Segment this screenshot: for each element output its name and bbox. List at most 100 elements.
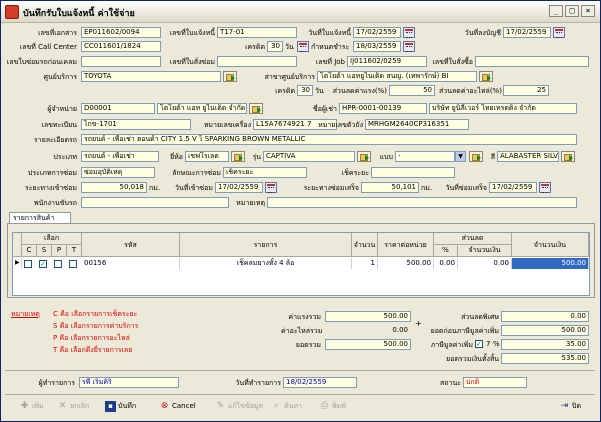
- detail-field[interactable]: รถยนต์ - เพื่อเช่า ฮอนด้า CITY 1.5 V ไ S…: [81, 134, 577, 145]
- claim-field[interactable]: [371, 167, 455, 178]
- repair-no-field[interactable]: [217, 56, 297, 67]
- add-button[interactable]: ✚ เพิ่ม: [19, 400, 44, 412]
- minimize-button[interactable]: _: [549, 5, 563, 17]
- row-disc-pct: 0.00: [434, 258, 458, 269]
- purchase-field[interactable]: [475, 56, 589, 67]
- vendor-code-field[interactable]: D00001: [81, 103, 155, 114]
- items-tab-pane: เลือก C S P T รหัส รายการ จำนวน ราคาต่อห…: [7, 223, 595, 298]
- labor-total-label: ค่าแรงรวม: [288, 313, 321, 321]
- labor-discount-field[interactable]: 50: [389, 85, 435, 96]
- close-button[interactable]: ⇥ ปิด: [559, 400, 581, 412]
- checkin-field[interactable]: [81, 56, 161, 67]
- date-out-label: วันที่ซ่อมเสร็จ: [445, 184, 487, 192]
- style-lookup-icon[interactable]: [469, 151, 483, 162]
- engine-label: หมายเลขเครื่อง: [203, 121, 251, 129]
- model-lookup-icon[interactable]: [357, 151, 371, 162]
- date-out-calendar-icon[interactable]: [539, 182, 551, 193]
- search-button[interactable]: ⌕ ค้นหา: [271, 400, 302, 412]
- color-field[interactable]: ALABASTER SILV: [497, 151, 559, 162]
- due-calendar-icon[interactable]: [297, 41, 309, 52]
- model-field[interactable]: CAPTIVA: [263, 151, 355, 162]
- mileage-in-field[interactable]: 50,018: [81, 182, 147, 193]
- row-code: 00156: [82, 258, 180, 269]
- close-window-button[interactable]: ×: [581, 5, 595, 17]
- toolbar-divider: [5, 394, 595, 395]
- center-lookup-icon[interactable]: [223, 71, 237, 82]
- repair-type-field[interactable]: ซ่อมอุบัติเหตุ: [81, 167, 155, 178]
- invoice-date-calendar-icon[interactable]: [403, 27, 415, 38]
- row-c-checkbox[interactable]: [24, 260, 32, 268]
- grid-price-header: ราคาต่อหน่วย: [378, 233, 434, 257]
- date-in-calendar-icon[interactable]: [265, 182, 277, 193]
- driver-label: พนักงานขับรถ: [34, 199, 77, 207]
- save-icon: ▪: [105, 400, 116, 412]
- branch-field[interactable]: โตโยต้า แอทยูไนเต็ด สนญ. (เทพารักษ์) BI: [317, 71, 477, 82]
- lessee-code-field[interactable]: HPR-0001-00139: [339, 103, 427, 114]
- brand-field[interactable]: เชฟโรเลต: [185, 151, 229, 162]
- row-s-checkbox[interactable]: ✓: [39, 260, 47, 268]
- plate-field[interactable]: ไกข-1701: [81, 119, 191, 130]
- date-in-label: วันที่เข้าซ่อม: [174, 184, 213, 192]
- cancel-button[interactable]: ⊗ Cancel: [159, 400, 196, 412]
- recorder-label: ผู้ทำรายการ: [38, 379, 75, 387]
- date-out-field[interactable]: 17/02/2559: [489, 182, 537, 193]
- due-field[interactable]: 18/03/2559: [353, 41, 401, 52]
- style-dropdown-icon[interactable]: ▼: [455, 151, 466, 162]
- grid-total-header: จำนวนเงิน: [512, 233, 589, 257]
- invoice-date-field[interactable]: 17/02/2559: [353, 27, 401, 38]
- vendor-name-field[interactable]: โตโยต้า แอท ยูไนเต็ด จำกัด: [157, 103, 247, 114]
- repair-kind-field[interactable]: เช็คระยะ: [223, 167, 307, 178]
- credit2-field[interactable]: 30: [297, 85, 313, 96]
- date-in-field[interactable]: 17/02/2559: [215, 182, 263, 193]
- mileage-out-label: ระยะทางซ่อมเสร็จ: [303, 184, 359, 192]
- grand-total-field: 535.00: [501, 353, 589, 364]
- row-disc-amount: 0.00: [458, 258, 512, 269]
- doc-no-field[interactable]: EP011602/0094: [81, 27, 161, 38]
- mileage-out-field[interactable]: 50,101: [361, 182, 419, 193]
- account-date-calendar-icon[interactable]: [553, 27, 565, 38]
- type-field[interactable]: รถยนต์ - เพื่อเช่า: [81, 151, 159, 162]
- grid-p-header: P: [52, 245, 67, 257]
- row-t-checkbox[interactable]: [69, 260, 77, 268]
- driver-field[interactable]: [81, 197, 229, 208]
- grid-qty-header: จำนวน: [352, 233, 378, 257]
- job-field[interactable]: IJ011602/0259: [347, 56, 427, 67]
- before-vat-label: ยอดก่อนภาษีมูลค่าเพิ่ม: [430, 327, 499, 335]
- maximize-button[interactable]: □: [565, 5, 579, 17]
- credit-unit: วัน: [285, 43, 294, 51]
- search-icon: ⌕: [273, 400, 280, 411]
- grid-disc-amount-header: จำนวนเงิน: [458, 245, 512, 257]
- row-p-checkbox[interactable]: [54, 260, 62, 268]
- vendor-lookup-icon[interactable]: [249, 103, 263, 114]
- table-row[interactable]: ▶ ✓ 00156 เช็คลมยางทั้ง 4 ล้อ 1 500.00 0…: [13, 258, 589, 270]
- claim-label: เช็คระยะ: [341, 169, 369, 177]
- callcenter-field[interactable]: CC011601/1824: [81, 41, 161, 52]
- style-field[interactable]: -: [395, 151, 455, 162]
- credit-label: เครดิต: [245, 43, 265, 51]
- color-lookup-icon[interactable]: [561, 151, 575, 162]
- cancel-item-button[interactable]: ✕ ยกเลิก: [57, 400, 90, 412]
- chassis-label: หมายเลขตัวถัง: [318, 121, 363, 129]
- grand-total-label: ยอดรวมเงินทั้งสิ้น: [446, 355, 499, 363]
- grid-select-header: เลือก: [22, 233, 82, 245]
- center-field[interactable]: TOYOTA: [81, 71, 221, 82]
- row-price: 500.00: [378, 258, 434, 269]
- edit-button[interactable]: ✎ แก้ไขข้อมูล: [215, 400, 263, 412]
- special-discount-field[interactable]: 0.00: [501, 311, 589, 322]
- lessee-name-field[interactable]: บริษัท ยูนิลีเวอร์ ไทยเทรดดิ้ง จำกัด: [429, 103, 577, 114]
- chassis-field[interactable]: MRHGM2640CP316351: [365, 119, 469, 130]
- save-button[interactable]: ▪ บันทึก: [105, 400, 136, 412]
- invoice-no-field[interactable]: T17-01: [217, 27, 297, 38]
- account-date-field[interactable]: 17/02/2559: [503, 27, 551, 38]
- credit-field[interactable]: 30: [267, 41, 283, 52]
- vat-checkbox[interactable]: ✓: [475, 340, 483, 348]
- labor-discount-label: ส่วนลดค่าแรง(%): [332, 87, 387, 95]
- branch-lookup-icon[interactable]: [479, 71, 493, 82]
- brand-lookup-icon[interactable]: [231, 151, 245, 162]
- note-field[interactable]: [267, 197, 577, 208]
- parts-discount-field[interactable]: 25: [503, 85, 549, 96]
- print-button[interactable]: ⎙ พิมพ์: [319, 400, 346, 412]
- cancel-icon: ⊗: [160, 400, 169, 411]
- account-date-label: วันที่ลงบัญชี: [464, 29, 501, 37]
- due-date-calendar-icon[interactable]: [403, 41, 415, 52]
